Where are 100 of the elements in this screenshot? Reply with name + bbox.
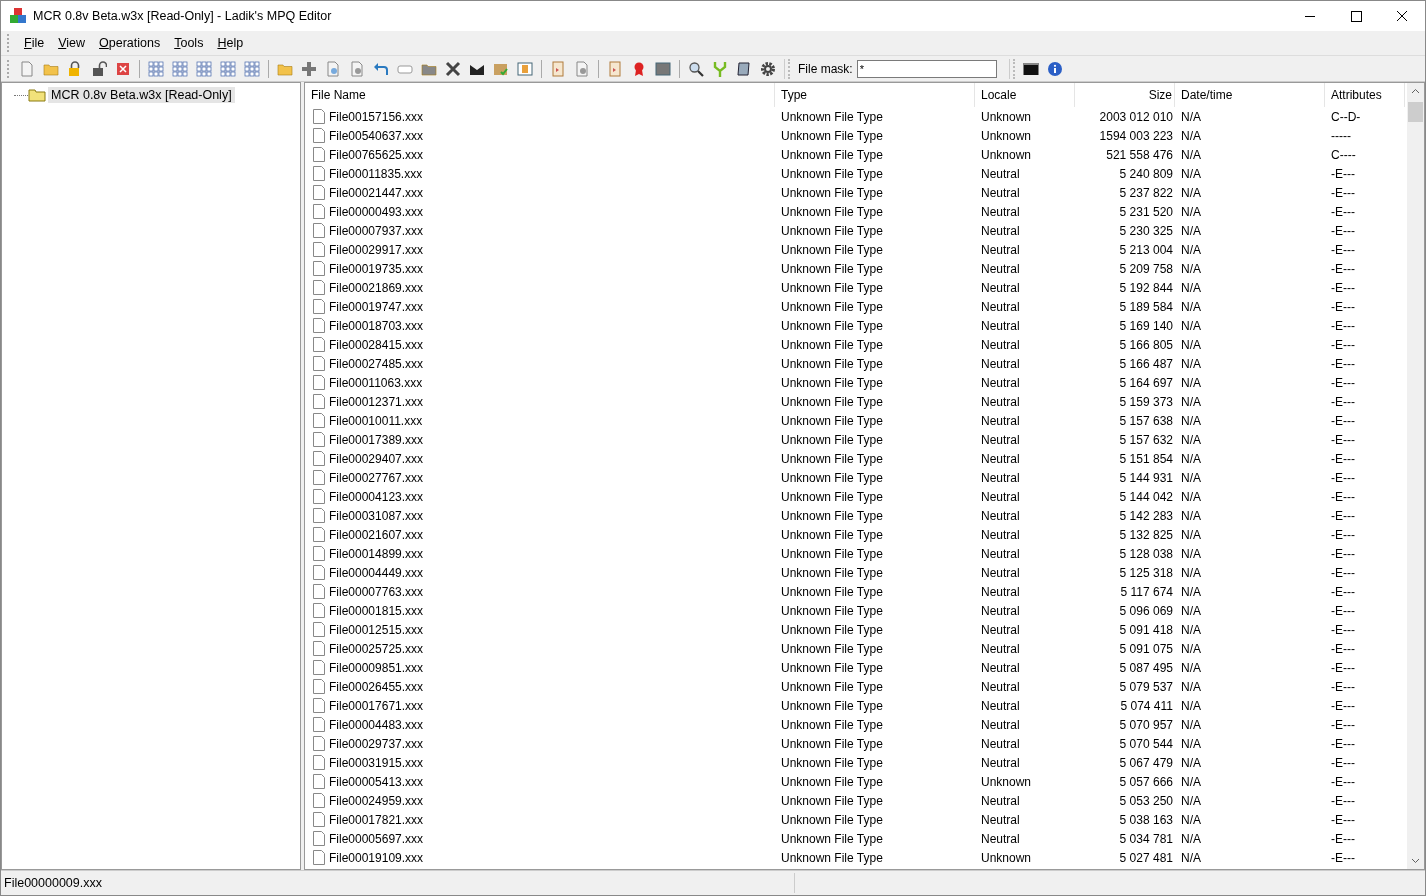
- file-name[interactable]: File00029407.xxx: [329, 451, 424, 466]
- vertical-scrollbar[interactable]: [1407, 83, 1424, 869]
- file-icon: [313, 128, 325, 143]
- open-padlock-icon[interactable]: [91, 60, 107, 77]
- table-cell-text: Unknown File Type: [780, 508, 884, 523]
- column-header[interactable]: Date/time: [1175, 83, 1325, 107]
- column-header[interactable]: Size: [1075, 83, 1175, 107]
- table-cell-text: Unknown File Type: [780, 128, 884, 143]
- file-name[interactable]: File00019735.xxx: [329, 261, 424, 276]
- table-cell-text: N/A: [1180, 394, 1202, 409]
- table-cell-text: Neutral: [980, 375, 1021, 390]
- table-cell-text: Neutral: [980, 698, 1021, 713]
- file-icon: [313, 755, 325, 770]
- table-cell-text: 5 237 822: [1118, 185, 1174, 200]
- file-name[interactable]: File00021447.xxx: [329, 185, 424, 200]
- file-name[interactable]: File00540637.xxx: [329, 128, 424, 143]
- file-icon: [313, 204, 325, 219]
- file-icon: [313, 166, 325, 181]
- file-name[interactable]: File00024959.xxx: [329, 793, 424, 808]
- file-name[interactable]: File00010011.xxx: [329, 413, 423, 428]
- file-name[interactable]: File00004483.xxx: [329, 717, 424, 732]
- table-cell-text: 5 240 809: [1118, 166, 1174, 181]
- magnifier-icon[interactable]: [688, 60, 704, 77]
- info-icon[interactable]: [1046, 60, 1063, 77]
- file-name[interactable]: File00157156.xxx: [329, 109, 424, 124]
- table-cell-text: -E---: [1330, 584, 1356, 599]
- table-cell-text: Unknown File Type: [780, 603, 884, 618]
- tree-item[interactable]: MCR 0.8v Beta.w3x [Read-Only]: [48, 87, 235, 103]
- menu-item[interactable]: Tools: [167, 36, 211, 50]
- table-cell-text: N/A: [1180, 812, 1202, 827]
- file-name[interactable]: File00017671.xxx: [329, 698, 424, 713]
- grid-view-icon[interactable]: [196, 60, 212, 77]
- table-cell-text: Neutral: [980, 565, 1021, 580]
- scrollbar-thumb[interactable]: [1408, 102, 1423, 122]
- file-name[interactable]: File00012515.xxx: [329, 622, 424, 637]
- table-cell-text: Unknown File Type: [780, 622, 884, 637]
- fork-icon[interactable]: [712, 60, 728, 77]
- menu-item[interactable]: Operations: [92, 36, 168, 50]
- file-name[interactable]: File00001815.xxx: [329, 603, 424, 618]
- table-cell-text: Neutral: [980, 736, 1021, 751]
- file-name[interactable]: File00009851.xxx: [329, 660, 424, 675]
- file-icon: [313, 337, 325, 352]
- column-header[interactable]: Locale: [975, 83, 1075, 107]
- file-name[interactable]: File00004449.xxx: [329, 565, 424, 580]
- file-name[interactable]: File00028415.xxx: [329, 337, 424, 352]
- table-cell-text: 5 070 957: [1118, 717, 1174, 732]
- file-name[interactable]: File00029917.xxx: [329, 242, 424, 257]
- table-cell-text: -E---: [1330, 375, 1356, 390]
- close-square-icon[interactable]: [115, 60, 131, 77]
- file-name[interactable]: File00007937.xxx: [329, 223, 424, 238]
- file-name[interactable]: File00021869.xxx: [329, 280, 424, 295]
- document-icon[interactable]: [19, 60, 35, 77]
- table-cell-text: Neutral: [980, 622, 1021, 637]
- cross-icon[interactable]: [445, 60, 461, 77]
- table-cell-text: Neutral: [980, 470, 1021, 485]
- file-icon: [313, 584, 325, 599]
- table-cell-text: Unknown: [980, 109, 1033, 124]
- table-cell-text: 5 034 781: [1118, 831, 1174, 846]
- menu-item[interactable]: View: [51, 36, 93, 50]
- file-name[interactable]: File00017389.xxx: [329, 432, 424, 447]
- file-name[interactable]: File00031087.xxx: [329, 508, 424, 523]
- file-name[interactable]: File00031915.xxx: [329, 755, 424, 770]
- file-name[interactable]: File00011835.xxx: [329, 166, 423, 181]
- table-cell-text: C----: [1330, 147, 1357, 162]
- file-icon: [313, 812, 325, 827]
- file-name[interactable]: File00014899.xxx: [329, 546, 424, 561]
- file-name[interactable]: File00019109.xxx: [329, 850, 424, 865]
- file-name[interactable]: File00005697.xxx: [329, 831, 424, 846]
- file-name[interactable]: File00029737.xxx: [329, 736, 424, 751]
- column-header[interactable]: Type: [775, 83, 975, 107]
- file-name[interactable]: File00004123.xxx: [329, 489, 424, 504]
- file-name[interactable]: File00027485.xxx: [329, 356, 424, 371]
- plus-icon[interactable]: [301, 60, 317, 77]
- file-name[interactable]: File00000493.xxx: [329, 204, 424, 219]
- table-cell-text: N/A: [1180, 774, 1202, 789]
- file-name[interactable]: File00011063.xxx: [329, 375, 423, 390]
- file-name[interactable]: File00005413.xxx: [329, 774, 424, 789]
- menu-item[interactable]: Help: [210, 36, 251, 50]
- table-cell-text: -E---: [1330, 641, 1356, 656]
- file-name[interactable]: File00012371.xxx: [329, 394, 424, 409]
- column-header[interactable]: File Name: [305, 83, 775, 107]
- table-cell-text: Neutral: [980, 413, 1021, 428]
- table-cell-text: Neutral: [980, 679, 1021, 694]
- file-name[interactable]: File00027767.xxx: [329, 470, 424, 485]
- file-name[interactable]: File00018703.xxx: [329, 318, 424, 333]
- file-name[interactable]: File00025725.xxx: [329, 641, 424, 656]
- file-name[interactable]: File00017821.xxx: [329, 812, 424, 827]
- console-icon[interactable]: [1022, 60, 1039, 77]
- table-cell-text: 5 091 075: [1118, 641, 1174, 656]
- file-name[interactable]: File00019747.xxx: [329, 299, 424, 314]
- gear-icon[interactable]: [760, 60, 776, 77]
- file-name[interactable]: File00021607.xxx: [329, 527, 424, 542]
- table-cell-text: 2003 012 010: [1098, 109, 1174, 124]
- file-name[interactable]: File00026455.xxx: [329, 679, 424, 694]
- column-header[interactable]: Attributes: [1325, 83, 1405, 107]
- file-mask-field[interactable]: *: [856, 59, 997, 78]
- menu-item[interactable]: File: [17, 36, 52, 50]
- table-cell-text: N/A: [1180, 603, 1202, 618]
- file-name[interactable]: File00007763.xxx: [329, 584, 424, 599]
- file-name[interactable]: File00765625.xxx: [329, 147, 424, 162]
